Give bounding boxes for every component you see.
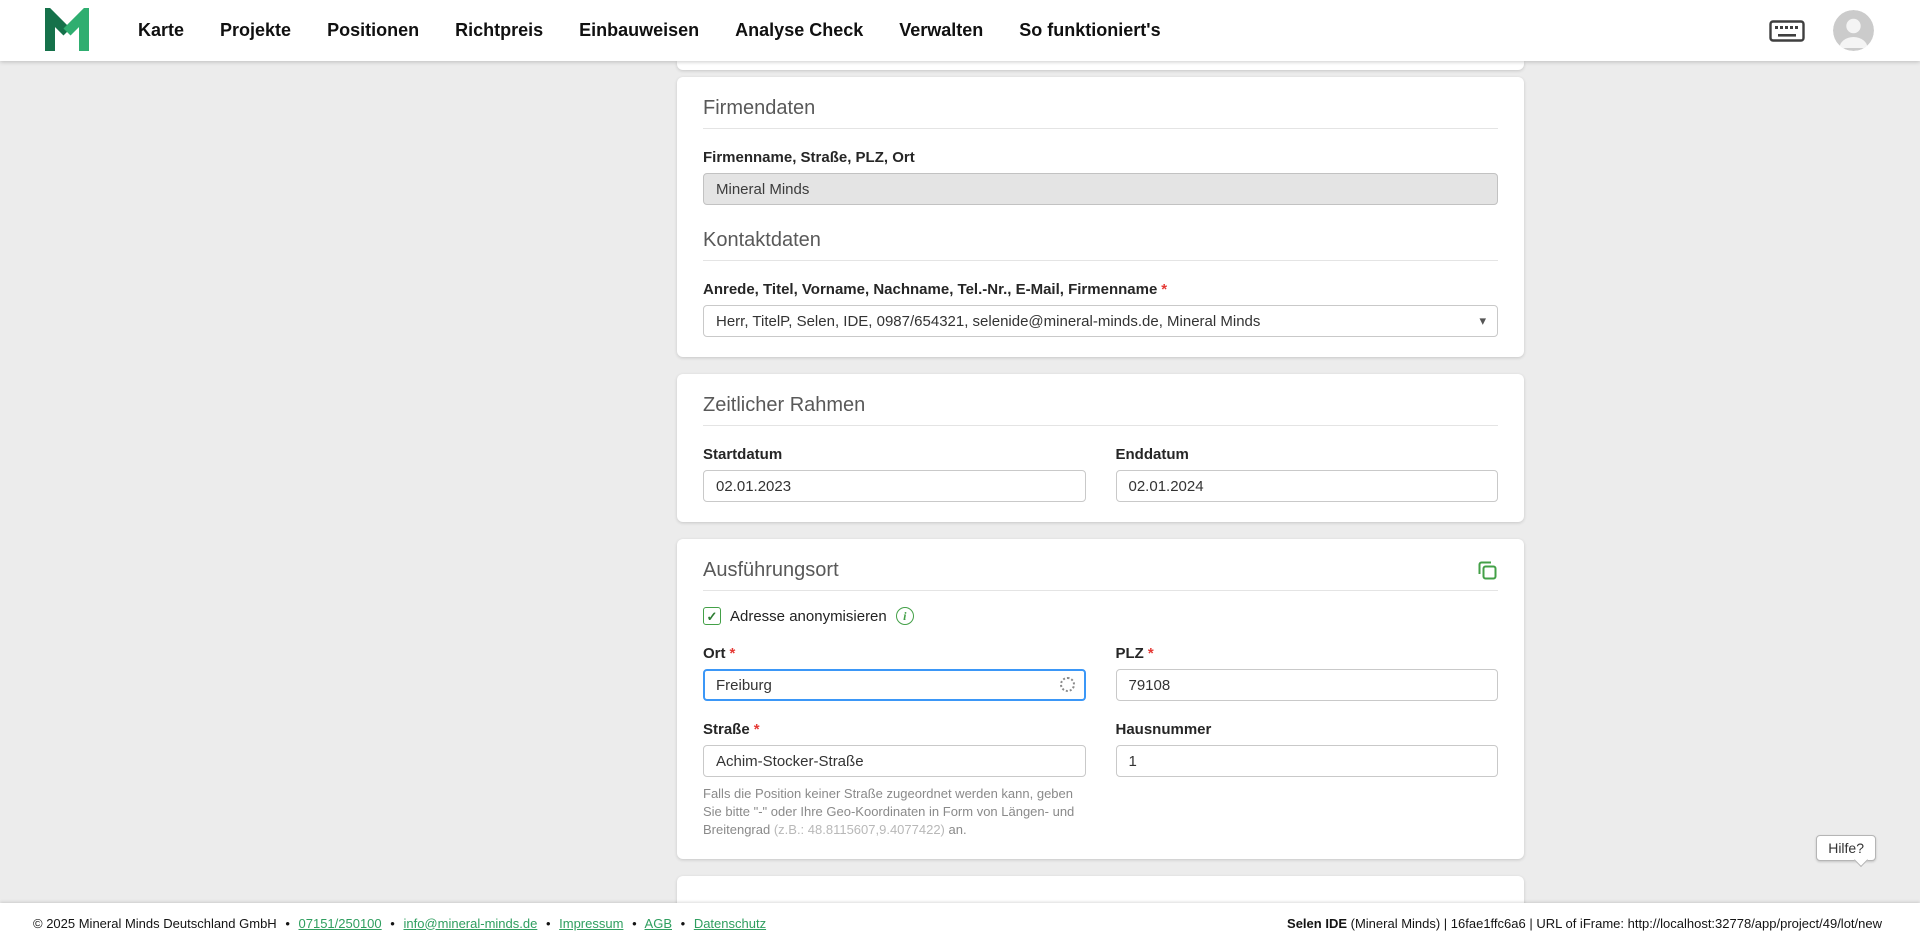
top-navbar: Karte Projekte Positionen Richtpreis Ein…	[0, 0, 1920, 61]
hausnummer-input[interactable]	[1116, 745, 1499, 777]
plz-input[interactable]	[1116, 669, 1499, 701]
plz-label-row: PLZ*	[1116, 645, 1499, 662]
nav-item-verwalten[interactable]: Verwalten	[899, 20, 983, 41]
ort-label: Ort	[703, 645, 726, 662]
hint-example: (z.B.: 48.8115607,9.4077422)	[774, 822, 945, 837]
kontakt-label-row: Anrede, Titel, Vorname, Nachname, Tel.-N…	[703, 281, 1498, 298]
divider	[703, 590, 1498, 591]
footer-separator: •	[681, 916, 686, 931]
required-asterisk: *	[730, 645, 736, 662]
footer-link-email[interactable]: info@mineral-minds.de	[403, 916, 537, 931]
plz-label: PLZ	[1116, 645, 1144, 662]
strasse-hint: Falls die Position keiner Straße zugeord…	[703, 785, 1077, 839]
footer-separator: •	[390, 916, 395, 931]
firmenname-input	[703, 173, 1498, 205]
ort-field: Ort*	[703, 625, 1086, 701]
content-area: Firmendaten Firmenname, Straße, PLZ, Ort…	[0, 61, 1920, 903]
footer-separator: •	[632, 916, 637, 931]
zeitraum-title: Zeitlicher Rahmen	[703, 394, 1498, 416]
divider	[703, 260, 1498, 261]
kontakt-label: Anrede, Titel, Vorname, Nachname, Tel.-N…	[703, 281, 1157, 298]
startdatum-input[interactable]	[703, 470, 1086, 502]
ort-label-row: Ort*	[703, 645, 1086, 662]
enddatum-label: Enddatum	[1116, 446, 1499, 463]
keyboard-icon[interactable]	[1769, 18, 1805, 44]
required-asterisk: *	[754, 721, 760, 738]
hint-text-end: an.	[945, 822, 967, 837]
anonymize-checkbox[interactable]: ✓	[703, 607, 721, 625]
startdatum-label: Startdatum	[703, 446, 1086, 463]
ausfuehrungsort-title: Ausführungsort	[703, 559, 839, 581]
loading-spinner-icon	[1060, 677, 1075, 692]
footer-separator: •	[285, 916, 290, 931]
firmenname-label-row: Firmenname, Straße, PLZ, Ort	[703, 149, 1498, 166]
nav-item-positionen[interactable]: Positionen	[327, 20, 419, 41]
required-asterisk: *	[1148, 645, 1154, 662]
divider	[703, 128, 1498, 129]
info-icon[interactable]: i	[896, 607, 914, 625]
ort-input[interactable]	[703, 669, 1086, 701]
footer-copyright: © 2025 Mineral Minds Deutschland GmbH	[33, 916, 277, 931]
hausnummer-field: Hausnummer	[1116, 701, 1499, 777]
footer-link-phone[interactable]: 07151/250100	[299, 916, 382, 931]
kontaktdaten-title: Kontaktdaten	[703, 229, 1498, 251]
startdatum-field: Startdatum	[703, 426, 1086, 502]
nav-item-einbauweisen[interactable]: Einbauweisen	[579, 20, 699, 41]
enddatum-field: Enddatum	[1116, 426, 1499, 502]
ausfuehrungsort-card: Ausführungsort ✓ Adresse anonymisieren i	[677, 539, 1524, 859]
footer-debug-info: Selen IDE (Mineral Minds) | 16fae1ffc6a6…	[1287, 916, 1882, 931]
footer-app-name: Selen IDE	[1287, 916, 1347, 931]
main-nav: Karte Projekte Positionen Richtpreis Ein…	[138, 20, 1161, 41]
strasse-field: Straße*	[703, 701, 1086, 777]
firmendaten-title: Firmendaten	[703, 97, 1498, 119]
firmendaten-card: Firmendaten Firmenname, Straße, PLZ, Ort…	[677, 77, 1524, 357]
firmenname-label: Firmenname, Straße, PLZ, Ort	[703, 149, 915, 166]
footer-separator: •	[546, 916, 551, 931]
footer-link-agb[interactable]: AGB	[645, 916, 672, 931]
navbar-actions	[1769, 10, 1874, 51]
nav-item-richtpreis[interactable]: Richtpreis	[455, 20, 543, 41]
nav-item-projekte[interactable]: Projekte	[220, 20, 291, 41]
user-avatar[interactable]	[1833, 10, 1874, 51]
card-partial-top	[677, 61, 1524, 70]
strasse-label: Straße	[703, 721, 750, 738]
strasse-label-row: Straße*	[703, 721, 1086, 738]
copy-icon[interactable]	[1476, 559, 1498, 581]
anonymize-label: Adresse anonymisieren	[730, 608, 887, 625]
footer-link-datenschutz[interactable]: Datenschutz	[694, 916, 766, 931]
nav-item-so-funktionierts[interactable]: So funktioniert's	[1019, 20, 1160, 41]
help-button[interactable]: Hilfe?	[1816, 835, 1876, 861]
footer-debug-text: (Mineral Minds) | 16fae1ffc6a6 | URL of …	[1351, 916, 1882, 931]
footer-legal: © 2025 Mineral Minds Deutschland GmbH • …	[33, 916, 766, 931]
footer-link-impressum[interactable]: Impressum	[559, 916, 623, 931]
plz-field: PLZ*	[1116, 625, 1499, 701]
chevron-down-icon: ▾	[1479, 313, 1486, 329]
strasse-input[interactable]	[703, 745, 1086, 777]
nav-item-analyse-check[interactable]: Analyse Check	[735, 20, 863, 41]
hausnummer-label: Hausnummer	[1116, 721, 1499, 738]
enddatum-input[interactable]	[1116, 470, 1499, 502]
mineral-minds-logo[interactable]	[42, 8, 92, 54]
required-asterisk: *	[1161, 281, 1167, 298]
nav-item-karte[interactable]: Karte	[138, 20, 184, 41]
kontakt-select[interactable]: Herr, TitelP, Selen, IDE, 0987/654321, s…	[703, 305, 1498, 337]
zeitraum-card: Zeitlicher Rahmen Startdatum Enddatum	[677, 374, 1524, 522]
card-partial-bottom	[677, 876, 1524, 903]
kontakt-select-value: Herr, TitelP, Selen, IDE, 0987/654321, s…	[716, 313, 1260, 330]
footer: © 2025 Mineral Minds Deutschland GmbH • …	[0, 903, 1920, 943]
check-icon: ✓	[707, 610, 718, 623]
form-column: Firmendaten Firmenname, Straße, PLZ, Ort…	[677, 61, 1524, 903]
